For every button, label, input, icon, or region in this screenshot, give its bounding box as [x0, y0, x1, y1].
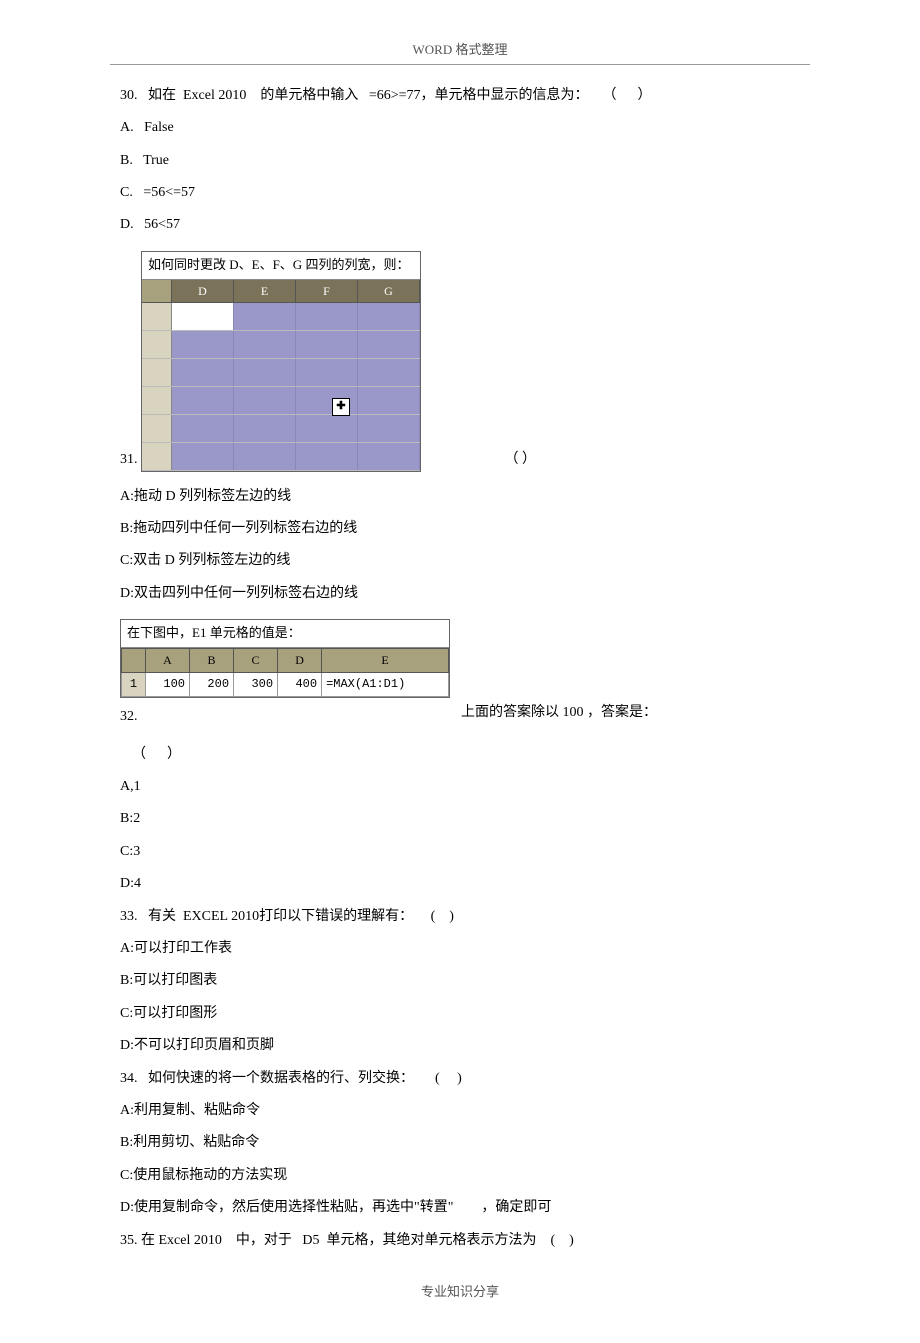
excel2-a1: 100 — [146, 673, 190, 697]
q34-option-d: D:使用复制命令，然后使用选择性粘贴，再选中"转置" ，确定即可 — [120, 1197, 800, 1219]
q31-num: 31. — [120, 449, 138, 471]
excel2-e1: =MAX(A1:D1) — [322, 673, 449, 697]
q31-option-b: B:拖动四列中任何一列列标签右边的线 — [120, 518, 800, 540]
q31-option-d: D:双击四列中任何一列列标签右边的线 — [120, 583, 800, 605]
excel2-corner — [122, 648, 146, 672]
q32-num: 32. — [120, 706, 138, 728]
q30-prompt: 30. 如在 Excel 2010 的单元格中输入 =66>=77，单元格中显示… — [120, 85, 800, 107]
excel1-corner — [142, 280, 172, 302]
q34-option-b: B:利用剪切、粘贴命令 — [120, 1132, 800, 1154]
q32-option-c: C:3 — [120, 841, 800, 863]
excel2-col-e: E — [322, 648, 449, 672]
q34-prompt: 34. 如何快速的将一个数据表格的行、列交换： ( ) — [120, 1068, 800, 1090]
q35-prompt: 35. 在 Excel 2010 中，对于 D5 单元格，其绝对单元格表示方法为… — [120, 1230, 800, 1252]
q32-option-a: A,1 — [120, 776, 800, 798]
excel2-c1: 300 — [234, 673, 278, 697]
excel2-col-c: C — [234, 648, 278, 672]
excel1-col-d: D — [172, 280, 234, 302]
q34-option-a: A:利用复制、粘贴命令 — [120, 1100, 800, 1122]
q33-option-b: B:可以打印图表 — [120, 970, 800, 992]
q30-option-d: D. 56<57 — [120, 214, 800, 236]
plus-cursor-icon: ✚ — [332, 398, 350, 416]
q33-prompt: 33. 有关 EXCEL 2010打印以下错误的理解有： ( ) — [120, 906, 800, 928]
q34-option-c: C:使用鼠标拖动的方法实现 — [120, 1165, 800, 1187]
page-header: WORD 格式整理 — [110, 40, 810, 65]
q30-option-a: A. False — [120, 117, 800, 139]
excel2-col-b: B — [190, 648, 234, 672]
q32-tail: 上面的答案除以 100 ，答案是： — [461, 702, 657, 724]
excel2-b1: 200 — [190, 673, 234, 697]
q31-paren: （ ） — [505, 449, 537, 471]
q31-option-a: A:拖动 D 列列标签左边的线 — [120, 486, 800, 508]
excel1-col-f: F — [296, 280, 358, 302]
excel1-title: 如何同时更改 D、E、F、G 四列的列宽，则： — [142, 252, 420, 280]
q32-paren: （ ） — [132, 744, 800, 766]
q33-option-a: A:可以打印工作表 — [120, 938, 800, 960]
q33-option-c: C:可以打印图形 — [120, 1003, 800, 1025]
excel2-col-d: D — [278, 648, 322, 672]
q31-option-c: C:双击 D 列列标签左边的线 — [120, 550, 800, 572]
q33-option-d: D:不可以打印页眉和页脚 — [120, 1035, 800, 1057]
q32-option-d: D:4 — [120, 873, 800, 895]
q30-option-c: C. =56<=57 — [120, 182, 800, 204]
page-footer: 专业知识分享 — [0, 1282, 920, 1303]
document-body: 30. 如在 Excel 2010 的单元格中输入 =66>=77，单元格中显示… — [0, 85, 920, 1252]
q30-option-b: B. True — [120, 150, 800, 172]
excel2-d1: 400 — [278, 673, 322, 697]
excel2-row1-num: 1 — [122, 673, 146, 697]
excel2-title: 在下图中，E1 单元格的值是： — [121, 620, 449, 648]
excel-screenshot-max: 在下图中，E1 单元格的值是： A B C D E 1 100 200 300 … — [120, 619, 450, 698]
excel1-col-e: E — [234, 280, 296, 302]
q32-option-b: B:2 — [120, 808, 800, 830]
excel1-col-g: G — [358, 280, 420, 302]
excel2-col-a: A — [146, 648, 190, 672]
excel-screenshot-columns: 如何同时更改 D、E、F、G 四列的列宽，则： D E F G ✚ — [141, 251, 421, 472]
